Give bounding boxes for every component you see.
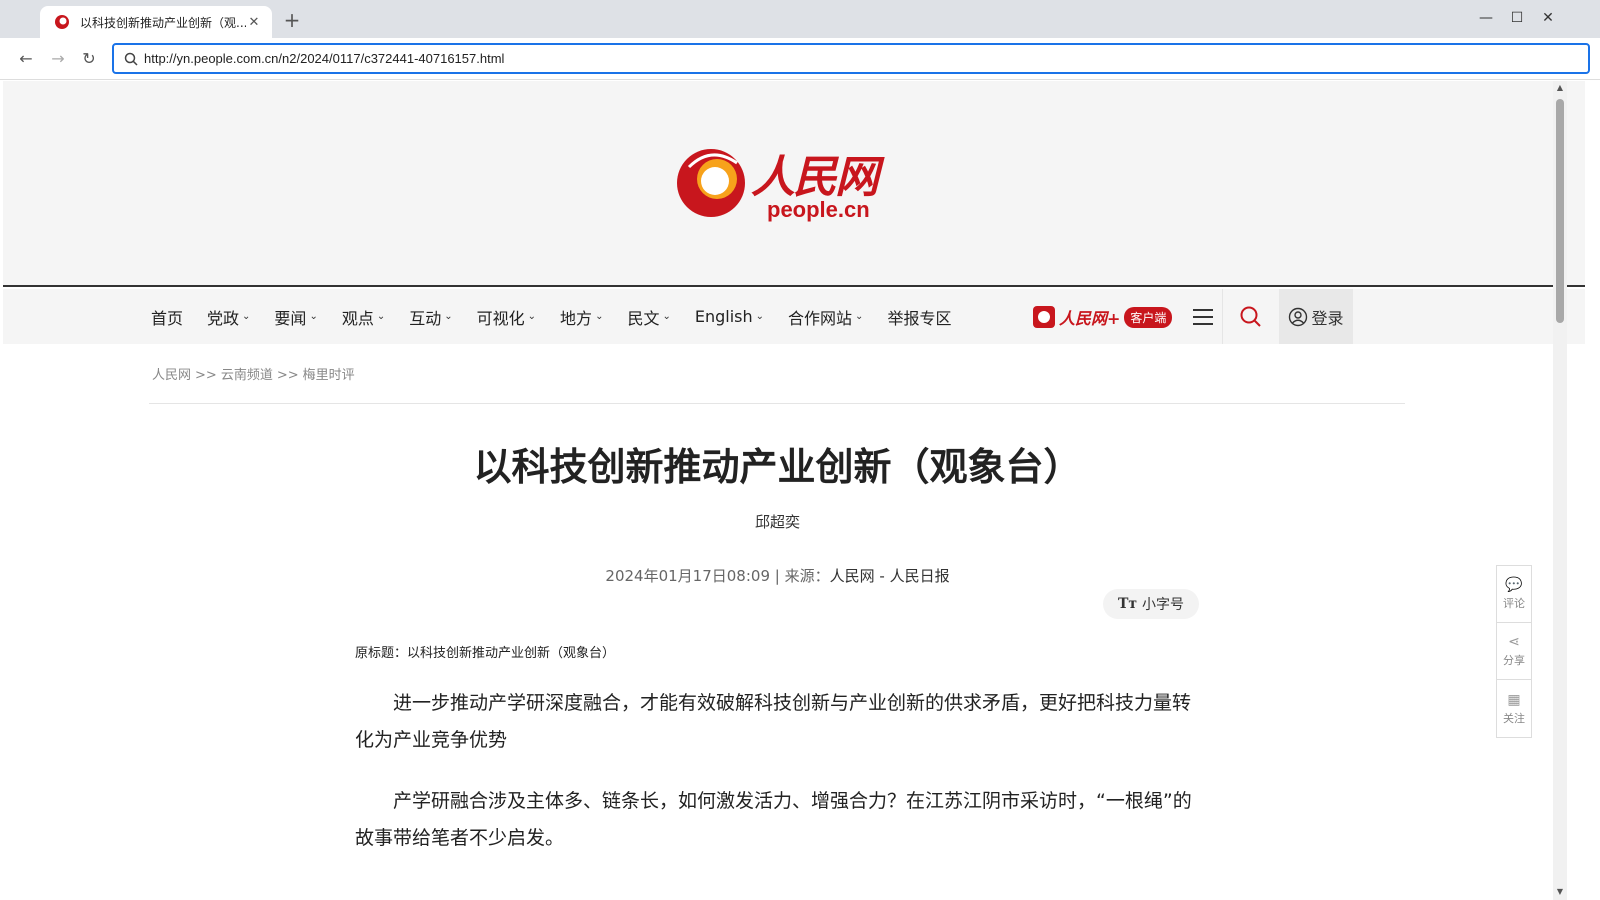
chevron-down-icon: ⌄ bbox=[662, 311, 671, 322]
nav-item[interactable]: English ⌄ bbox=[695, 307, 764, 326]
address-bar-row: ← → ↻ http://yn.people.com.cn/n2/2024/01… bbox=[0, 38, 1600, 80]
nav-item-label: 民文 bbox=[627, 308, 660, 328]
side-tool-label: 评论 bbox=[1503, 597, 1525, 610]
people-logo-icon bbox=[677, 149, 745, 217]
article-paragraph: 进一步推动产学研深度融合，才能有效破解科技创新与产业创新的供求矛盾，更好把科技力… bbox=[355, 692, 1192, 751]
search-icon bbox=[124, 52, 138, 66]
nav-item-label: 首页 bbox=[151, 308, 184, 328]
breadcrumb-link[interactable]: 人民网 bbox=[152, 368, 191, 383]
minimize-button[interactable]: — bbox=[1476, 10, 1496, 26]
tab-close-icon[interactable]: ✕ bbox=[246, 15, 262, 30]
font-size-label: 小字号 bbox=[1142, 597, 1185, 613]
breadcrumb-separator: >> bbox=[276, 368, 299, 383]
nav-item-label: English bbox=[694, 307, 753, 326]
nav-item-label: 举报专区 bbox=[887, 308, 952, 328]
logo-chinese-text: 人民网 bbox=[751, 152, 879, 203]
new-tab-button[interactable]: + bbox=[282, 10, 302, 30]
user-icon bbox=[1289, 307, 1308, 326]
meta-separator: | bbox=[774, 567, 780, 585]
app-logo-icon bbox=[1033, 306, 1055, 328]
nav-item[interactable]: 合作网站 ⌄ bbox=[788, 305, 863, 329]
nav-item-label: 要闻 bbox=[274, 308, 307, 328]
breadcrumb-link[interactable]: 云南频道 bbox=[221, 368, 273, 383]
reload-button[interactable]: ↻ bbox=[79, 49, 99, 69]
scroll-down-arrow-icon[interactable]: ▼ bbox=[1553, 887, 1567, 896]
back-button[interactable]: ← bbox=[16, 49, 36, 69]
chevron-down-icon: ⌄ bbox=[444, 311, 453, 322]
app-name: 人民网+ bbox=[1059, 309, 1121, 328]
nav-item[interactable]: 党政 ⌄ bbox=[207, 305, 250, 329]
chevron-down-icon: ⌄ bbox=[527, 311, 537, 322]
nav-item[interactable]: 可视化 ⌄ bbox=[477, 305, 536, 329]
chevron-down-icon: ⌄ bbox=[242, 311, 251, 322]
breadcrumb-separator: >> bbox=[195, 368, 217, 383]
nav-item[interactable]: 首页 bbox=[151, 305, 183, 329]
site-search-button[interactable] bbox=[1223, 289, 1279, 344]
chevron-down-icon: ⌄ bbox=[855, 311, 864, 322]
side-tool-关注[interactable]: ▦ 关注 bbox=[1497, 680, 1531, 737]
nav-item[interactable]: 地方 ⌄ bbox=[560, 305, 603, 329]
source-label: 来源： bbox=[784, 567, 830, 585]
nav-item-label: 地方 bbox=[560, 308, 593, 328]
hamburger-icon bbox=[1192, 308, 1213, 325]
nav-item[interactable]: 举报专区 bbox=[887, 305, 951, 329]
source-link[interactable]: 人民网 - 人民日报 bbox=[830, 567, 950, 585]
nav-item[interactable]: 观点 ⌄ bbox=[342, 305, 385, 329]
app-client-link[interactable]: 人民网+ 客户端 bbox=[1033, 305, 1173, 329]
nav-item-label: 互动 bbox=[409, 308, 442, 328]
font-size-icon: Tт bbox=[1117, 596, 1138, 612]
comment-icon: 💬 bbox=[1505, 577, 1523, 593]
chevron-down-icon: ⌄ bbox=[755, 311, 765, 322]
close-window-button[interactable]: ✕ bbox=[1538, 10, 1558, 26]
side-tool-分享[interactable]: ⋖ 分享 bbox=[1497, 623, 1531, 680]
tab-title: 以科技创新推动产业创新（观... bbox=[80, 15, 246, 30]
article-paragraph: 产学研融合涉及主体多、链条长，如何激发活力、增强合力？在江苏江阴市采访时，“一根… bbox=[355, 790, 1192, 849]
url-text: http://yn.people.com.cn/n2/2024/0117/c37… bbox=[144, 51, 505, 66]
scroll-up-arrow-icon[interactable]: ▲ bbox=[1553, 83, 1567, 92]
login-label: 登录 bbox=[1311, 308, 1344, 328]
font-size-toggle[interactable]: Tт 小字号 bbox=[1103, 589, 1199, 619]
article-meta: 2024年01月17日08:09 | 来源：人民网 - 人民日报 bbox=[3, 565, 1552, 586]
publish-date: 2024年01月17日08:09 bbox=[605, 567, 770, 585]
nav-item-label: 观点 bbox=[341, 308, 374, 328]
forward-button[interactable]: → bbox=[48, 49, 68, 69]
breadcrumb: 人民网 >> 云南频道 >> 梅里时评 bbox=[152, 364, 359, 383]
nav-item-label: 可视化 bbox=[476, 308, 525, 328]
nav-item[interactable]: 民文 ⌄ bbox=[627, 305, 670, 329]
main-nav: 首页 党政 ⌄ 要闻 ⌄ 观点 ⌄ 互动 ⌄ 可视化 ⌄ 地方 ⌄ 民文 ⌄ English ⌄ 合作网站 ⌄ 举报专… bbox=[3, 289, 1585, 344]
menu-button[interactable] bbox=[1183, 289, 1223, 344]
app-tag: 客户端 bbox=[1124, 306, 1173, 328]
site-logo[interactable]: 人民网 people.cn bbox=[675, 143, 895, 233]
side-tool-label: 分享 bbox=[1503, 654, 1525, 667]
side-tool-评论[interactable]: 💬 评论 bbox=[1497, 566, 1531, 623]
divider bbox=[149, 403, 1405, 404]
nav-item[interactable]: 要闻 ⌄ bbox=[274, 305, 317, 329]
login-button[interactable]: 登录 bbox=[1279, 289, 1353, 344]
url-input[interactable]: http://yn.people.com.cn/n2/2024/0117/c37… bbox=[112, 43, 1590, 74]
nav-list: 首页 党政 ⌄ 要闻 ⌄ 观点 ⌄ 互动 ⌄ 可视化 ⌄ 地方 ⌄ 民文 ⌄ English ⌄ 合作网站 ⌄ 举报专… bbox=[151, 289, 975, 344]
article-author: 邱超奕 bbox=[754, 513, 800, 531]
browser-tab-strip: 以科技创新推动产业创新（观... ✕ + — ☐ ✕ bbox=[0, 0, 1600, 38]
search-icon bbox=[1240, 306, 1261, 327]
nav-item-label: 党政 bbox=[207, 308, 240, 328]
chevron-down-icon: ⌄ bbox=[595, 311, 604, 322]
maximize-button[interactable]: ☐ bbox=[1507, 10, 1527, 26]
page-viewport: 人民网 people.cn 首页 党政 ⌄ 要闻 ⌄ 观点 ⌄ 互动 ⌄ 可视化 ⌄ 地方 ⌄ 民文 ⌄ En… bbox=[3, 81, 1585, 900]
breadcrumb-link[interactable]: 梅里时评 bbox=[303, 368, 355, 383]
side-toolbar: 💬 评论 ⋖ 分享 ▦ 关注 bbox=[1496, 565, 1532, 738]
scrollbar-thumb[interactable] bbox=[1556, 99, 1564, 323]
qrcode-icon: ▦ bbox=[1507, 691, 1521, 708]
share-icon: ⋖ bbox=[1508, 634, 1520, 650]
chevron-down-icon: ⌄ bbox=[376, 311, 386, 322]
nav-item-label: 合作网站 bbox=[788, 308, 853, 328]
side-tool-label: 关注 bbox=[1503, 711, 1525, 725]
people-favicon-icon bbox=[55, 15, 69, 29]
logo-english-text: people.cn bbox=[767, 197, 870, 222]
original-title: 原标题：以科技创新推动产业创新（观象台） bbox=[355, 646, 616, 661]
nav-item[interactable]: 互动 ⌄ bbox=[409, 305, 452, 329]
masthead: 人民网 people.cn bbox=[3, 81, 1585, 287]
chevron-down-icon: ⌄ bbox=[309, 311, 318, 322]
browser-tab[interactable]: 以科技创新推动产业创新（观... ✕ bbox=[40, 6, 272, 38]
article-title: 以科技创新推动产业创新（观象台） bbox=[473, 445, 1082, 489]
